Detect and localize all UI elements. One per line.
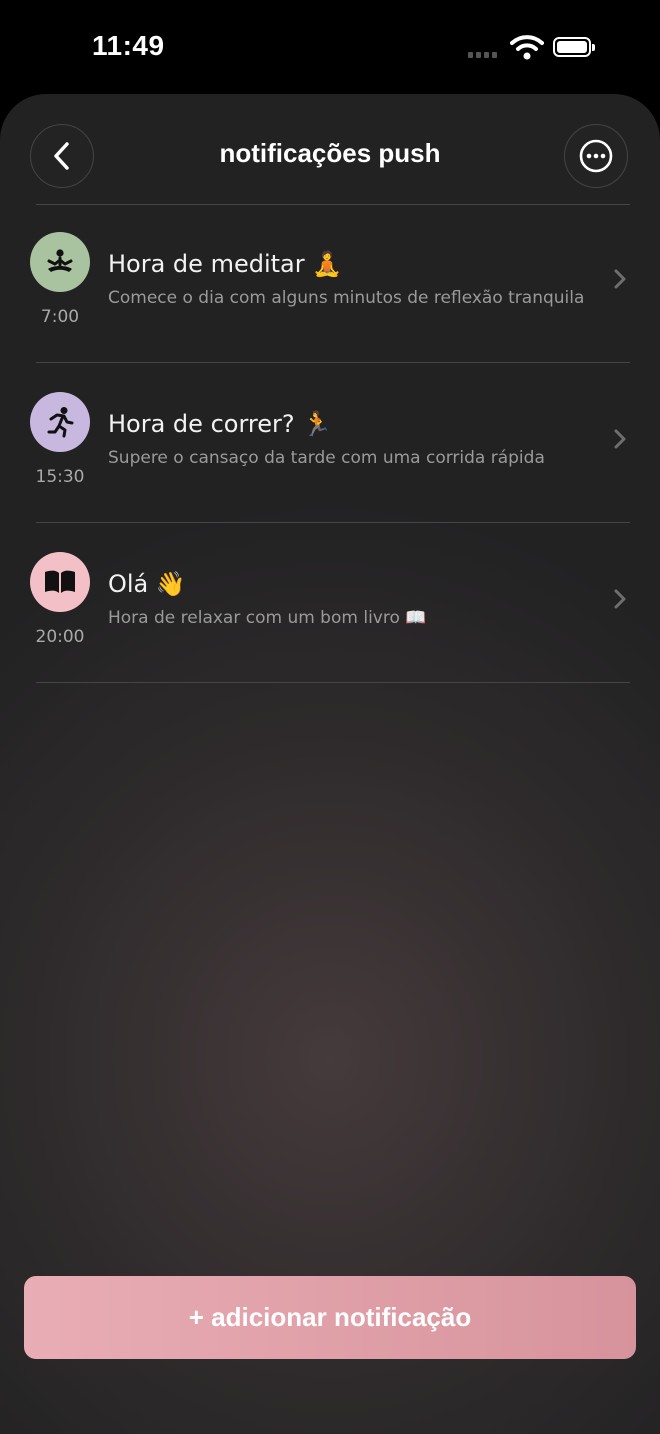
notification-subtitle: Supere o cansaço da tarde com uma corrid… — [108, 448, 545, 468]
meditation-icon — [30, 232, 90, 292]
notification-title: Hora de meditar 🧘 — [108, 250, 343, 278]
divider — [36, 362, 630, 363]
notification-time: 20:00 — [35, 627, 85, 647]
add-notification-button[interactable]: + adicionar notificação — [24, 1276, 636, 1359]
notification-row-running[interactable]: 15:30 Hora de correr? 🏃 Supere o cansaço… — [0, 364, 660, 524]
battery-icon — [553, 37, 595, 57]
page-title: notificações push — [219, 138, 441, 168]
notification-time: 7:00 — [40, 307, 80, 327]
book-icon — [30, 552, 90, 612]
status-bar: 11:49 — [0, 0, 660, 95]
notifications-sheet: notificações push 7:00 Hora de meditar 🧘… — [0, 94, 660, 1434]
notification-subtitle: Comece o dia com alguns minutos de refle… — [108, 288, 585, 308]
divider — [36, 522, 630, 523]
notification-time: 15:30 — [35, 467, 85, 487]
notification-title: Olá 👋 — [108, 570, 186, 598]
more-options-button[interactable] — [564, 124, 628, 188]
cellular-signal-icon — [468, 52, 502, 58]
chevron-right-icon — [614, 429, 626, 449]
running-icon — [30, 392, 90, 452]
notification-row-reading[interactable]: 20:00 Olá 👋 Hora de relaxar com um bom l… — [0, 524, 660, 684]
ellipsis-circle-icon — [579, 139, 613, 173]
notification-subtitle: Hora de relaxar com um bom livro 📖 — [108, 608, 427, 628]
chevron-right-icon — [614, 589, 626, 609]
status-time: 11:49 — [92, 30, 165, 61]
wifi-icon — [510, 35, 544, 60]
notification-row-meditation[interactable]: 7:00 Hora de meditar 🧘 Comece o dia com … — [0, 204, 660, 364]
chevron-right-icon — [614, 269, 626, 289]
divider — [36, 682, 630, 683]
notification-title: Hora de correr? 🏃 — [108, 410, 333, 438]
